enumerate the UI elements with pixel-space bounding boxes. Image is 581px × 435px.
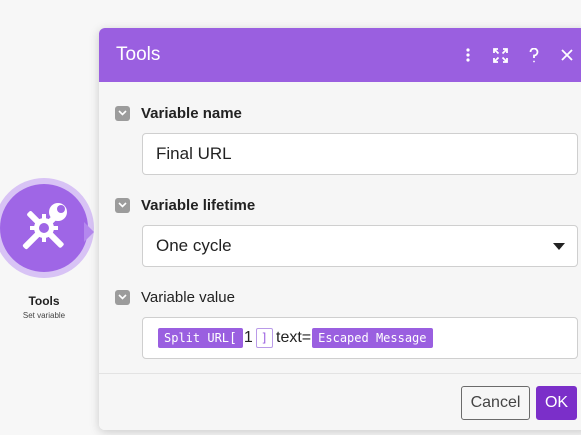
split-url-token[interactable]: Split URL[ [158, 328, 243, 348]
variable-lifetime-checkbox[interactable] [115, 197, 130, 213]
array-index-text: 1 [243, 329, 253, 346]
more-vertical-icon[interactable] [451, 40, 484, 70]
chevron-down-icon [118, 294, 127, 300]
help-icon[interactable] [517, 40, 550, 70]
variable-name-checkbox[interactable] [115, 105, 130, 121]
variable-value-label: Variable value [141, 288, 235, 306]
module-title: Tools [28, 294, 60, 308]
tools-icon [22, 203, 67, 250]
dialog-footer: Cancel OK [99, 373, 581, 430]
variable-value-checkbox[interactable] [115, 289, 130, 305]
token-bracket-open: [ [229, 331, 237, 346]
chevron-down-icon [118, 110, 127, 116]
escaped-message-token[interactable]: Escaped Message [312, 328, 433, 348]
variable-lifetime-label: Variable lifetime [141, 196, 256, 214]
cancel-button[interactable]: Cancel [461, 386, 530, 420]
variable-lifetime-value: One cycle [156, 236, 232, 255]
module-settings-dialog: Tools Variable name Final URL Variable l… [99, 28, 581, 430]
variable-lifetime-select[interactable]: One cycle [142, 225, 578, 267]
ok-button[interactable]: OK [536, 386, 577, 420]
module-circle[interactable] [0, 184, 88, 272]
variable-name-row: Variable name [115, 102, 581, 124]
close-icon[interactable] [550, 40, 581, 70]
dialog-body: Variable name Final URL Variable lifetim… [99, 82, 581, 374]
variable-value-editor[interactable]: Split URL[ 1 ] text= Escaped Message [142, 317, 578, 359]
variable-value-row: Variable value [115, 286, 581, 308]
tools-module[interactable] [0, 178, 94, 278]
variable-name-input[interactable]: Final URL [142, 133, 578, 175]
dialog-title: Tools [116, 44, 161, 65]
module-connector-arrow [84, 222, 94, 242]
dialog-header: Tools [99, 28, 581, 82]
text-literal: text= [276, 329, 312, 346]
chevron-down-icon [118, 202, 127, 208]
header-actions [451, 40, 581, 70]
variable-name-label: Variable name [141, 104, 242, 122]
token-bracket-close[interactable]: ] [255, 328, 273, 348]
expand-icon[interactable] [484, 40, 517, 70]
module-subtitle: Set variable [22, 311, 66, 320]
dropdown-caret-icon [553, 242, 565, 250]
variable-lifetime-row: Variable lifetime [115, 194, 581, 216]
split-url-token-label: Split URL [164, 331, 230, 345]
